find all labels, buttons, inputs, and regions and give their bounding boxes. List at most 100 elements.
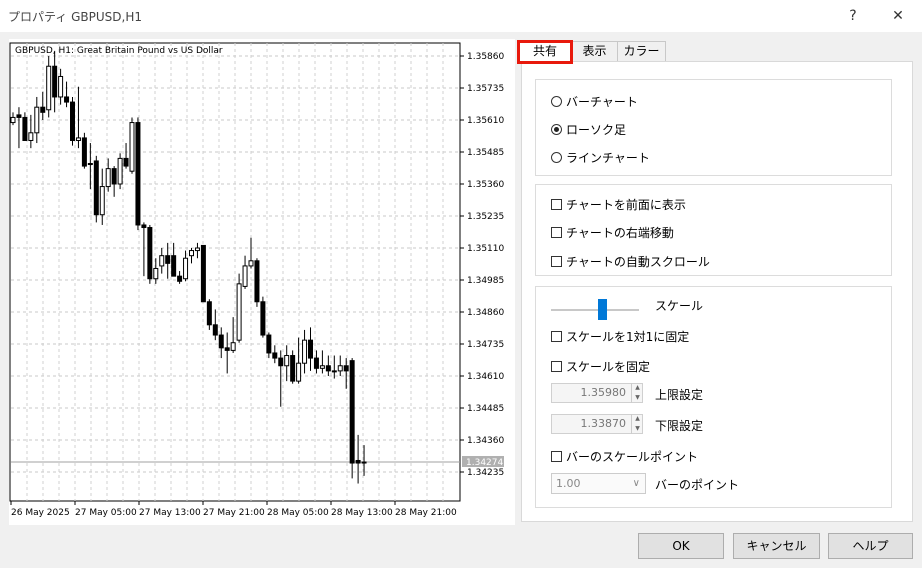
chart-preview: 1.35860 1.35735 1.35610 1.35485 1.35360 1.352… (9, 39, 515, 525)
candle-body (129, 122, 135, 172)
one-to-one-label: スケールを1対1に固定 (566, 330, 690, 344)
spin-down-icon: ▼ (635, 425, 640, 432)
candle-body (325, 365, 331, 372)
help-button[interactable]: ヘルプ (828, 533, 913, 559)
candle-body (34, 106, 40, 134)
price-label: 1.35110 (467, 244, 504, 254)
candlestick-chart: 1.35860 1.35735 1.35610 1.35485 1.35360 1.352… (9, 42, 504, 518)
candle-body (40, 106, 46, 113)
bar-scale-point-label: バーのスケールポイント (566, 450, 699, 464)
bar-point-select[interactable]: 1.00 ∨ (551, 473, 646, 494)
price-label: 1.34485 (467, 404, 504, 414)
tab-color-label: カラー (623, 44, 660, 58)
candle-body (284, 355, 290, 367)
candle-body (361, 461, 367, 464)
candle-body (135, 122, 141, 226)
line-chart-radio[interactable]: ラインチャート (551, 149, 650, 166)
radio-selected-icon (551, 124, 562, 135)
current-price-label: 1.34274 (466, 458, 503, 468)
candle-body (58, 75, 64, 98)
time-label: 26 May 2025 (11, 508, 70, 518)
fix-scale-checkbox[interactable]: スケールを固定 (551, 358, 650, 375)
candle-body (200, 244, 206, 303)
time-label: 28 May 13:00 (331, 508, 393, 518)
scale-slider-track[interactable] (551, 309, 639, 311)
right-shift-label: チャートの右端移動 (566, 226, 674, 240)
foreground-label: チャートを前面に表示 (566, 198, 686, 212)
checkbox-icon (551, 227, 562, 238)
candle-body (159, 255, 165, 267)
checkbox-icon (551, 199, 562, 210)
candle-body (266, 334, 272, 354)
min-value-input[interactable]: 1.33870 (551, 414, 643, 434)
help-icon[interactable]: ? (838, 4, 868, 28)
candle-body (28, 132, 34, 141)
candle-body (147, 227, 153, 280)
cancel-button[interactable]: キャンセル (733, 533, 820, 559)
candle-body (117, 157, 123, 185)
spin-up-icon: ▲ (635, 384, 640, 391)
candlestick-label: ローソク足 (566, 123, 627, 137)
candle-body (224, 347, 230, 351)
price-label: 1.34860 (467, 308, 504, 318)
window-title: プロパティ GBPUSD,H1 (8, 10, 142, 24)
candle-body (171, 255, 177, 277)
candle-body (290, 355, 296, 382)
spin-down-icon: ▼ (635, 394, 640, 401)
time-label: 27 May 21:00 (203, 508, 265, 518)
max-spinner[interactable]: ▲ ▼ (631, 383, 643, 403)
candlestick-radio[interactable]: ローソク足 (551, 121, 626, 138)
ok-button[interactable]: OK (638, 533, 724, 559)
candle-body (302, 339, 308, 364)
candle-body (349, 360, 355, 464)
candle-body (64, 96, 70, 103)
candle-body (165, 255, 171, 264)
spin-up-icon: ▲ (635, 415, 640, 422)
max-value-input[interactable]: 1.35980 (551, 383, 643, 403)
candle-body (99, 186, 105, 216)
autoscroll-checkbox[interactable]: チャートの自動スクロール (551, 253, 710, 270)
candle-body (87, 163, 93, 166)
checkbox-icon (551, 361, 562, 372)
right-shift-checkbox[interactable]: チャートの右端移動 (551, 224, 674, 241)
candle-body (189, 250, 194, 257)
price-label: 1.34610 (467, 372, 504, 382)
candle-body (183, 257, 189, 280)
candle-body (313, 357, 319, 369)
candle-body (10, 116, 16, 124)
tab-display[interactable]: 表示 (571, 41, 618, 61)
candle-body (272, 352, 278, 359)
fix-scale-label: スケールを固定 (566, 360, 651, 374)
candle-body (308, 339, 313, 359)
candle-body (230, 342, 236, 351)
scale-slider-thumb[interactable] (598, 299, 607, 320)
close-icon[interactable]: ✕ (883, 4, 913, 28)
candle-body (22, 116, 28, 141)
radio-icon (551, 152, 562, 163)
candle-body (105, 168, 111, 188)
one-to-one-checkbox[interactable]: スケールを1対1に固定 (551, 328, 689, 345)
candle-body (93, 160, 99, 216)
checkbox-icon (551, 256, 562, 267)
candle-body (16, 114, 22, 118)
candle-body (194, 247, 200, 252)
candle-body (343, 365, 349, 372)
min-spinner[interactable]: ▲ ▼ (631, 414, 643, 434)
bar-chart-radio[interactable]: バーチャート (551, 93, 638, 110)
bar-scale-point-checkbox[interactable]: バーのスケールポイント (551, 448, 698, 465)
price-label: 1.34985 (467, 276, 504, 286)
tab-color[interactable]: カラー (617, 41, 666, 61)
time-label: 28 May 21:00 (395, 508, 457, 518)
candle-body (337, 365, 343, 372)
price-label: 1.35235 (467, 212, 504, 222)
candle-body (319, 365, 325, 369)
foreground-checkbox[interactable]: チャートを前面に表示 (551, 196, 686, 213)
line-chart-label: ラインチャート (566, 151, 650, 165)
candle-body (218, 334, 224, 349)
candle-body (111, 168, 117, 185)
candle-body (296, 362, 302, 382)
price-label: 1.35610 (467, 116, 504, 126)
candle-body (46, 65, 52, 111)
candle-body (75, 137, 81, 141)
price-label: 1.34360 (467, 436, 504, 446)
